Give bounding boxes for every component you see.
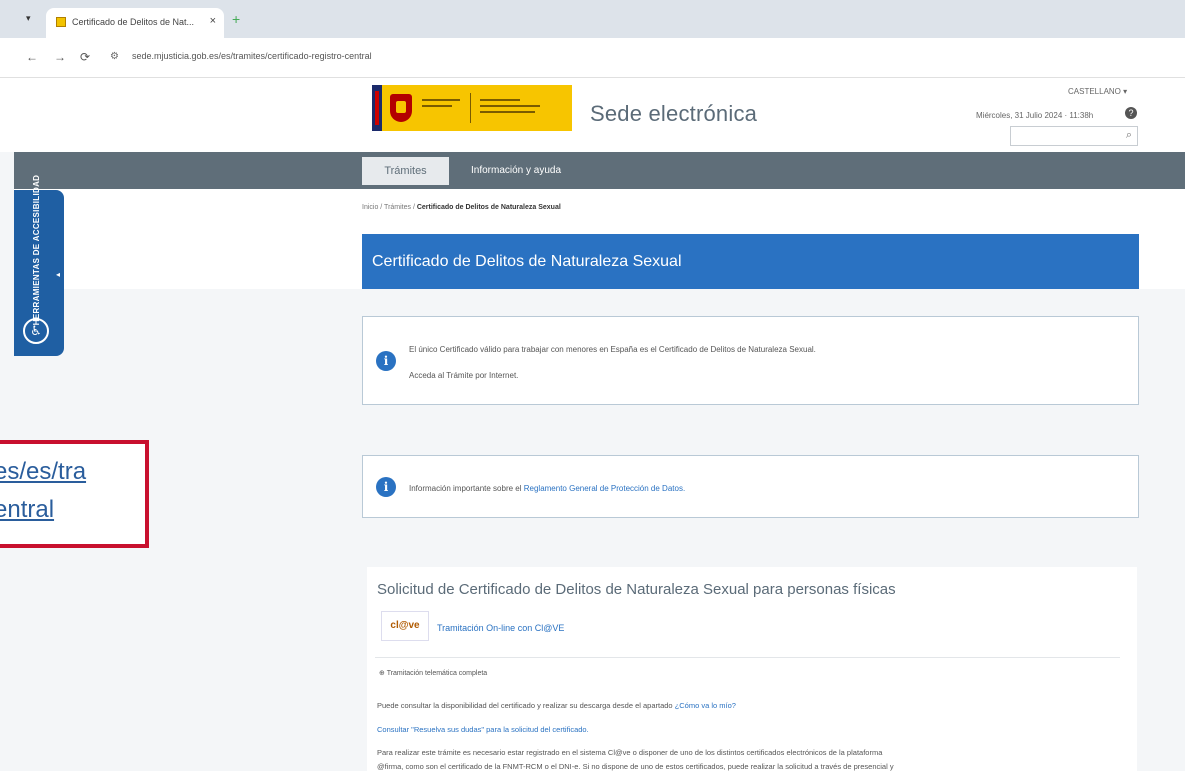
page-title: Certificado de Delitos de Naturaleza Sex… [372,253,682,270]
tab-bar: ▾ Certificado de Delitos de Nat... × + [0,0,1185,38]
tab-informacion-ayuda[interactable]: Información y ayuda [471,157,561,185]
new-tab-icon[interactable]: + [232,12,240,26]
expand-icon: ⊕ [379,670,387,677]
browser-window: ▾ Certificado de Delitos de Nat... × + ←… [0,0,1185,771]
url-field[interactable]: sede.mjusticia.gob.es/es/tramites/certif… [132,51,372,61]
info-text: El único Certificado válido para trabaja… [409,345,816,354]
site-info-icon[interactable]: ⚙ [110,51,119,62]
solicitud-card: Solicitud de Certificado de Delitos de N… [367,567,1137,771]
address-bar: ← → ⟳ ⚙ sede.mjusticia.gob.es/es/tramite… [0,38,1185,78]
favicon-icon [56,17,66,27]
back-icon[interactable]: ← [26,50,38,64]
como-va-lo-mio-link[interactable]: ¿Cómo va lo mío? [675,701,736,710]
close-icon[interactable]: × [210,15,216,27]
search-input[interactable]: ⌕ [1010,126,1138,146]
clave-link[interactable]: Tramitación On-line con Cl@VE [437,623,564,633]
info-access-text: Acceda al Trámite por Internet. [409,371,519,380]
search-icon[interactable]: ⌕ [1126,129,1132,142]
accessibility-label: HERRAMIENTAS DE ACCESIBILIDAD [32,174,41,326]
tab-title: Certificado de Delitos de Nat... [72,17,195,27]
info-box-certificate: i El único Certificado válido para traba… [362,316,1139,405]
highlighted-url-part-1[interactable]: es/es/tra [0,458,86,486]
breadcrumb-path[interactable]: Inicio / Trámites / [362,204,417,211]
expand-arrow-icon: ◂ [56,270,61,279]
forward-icon[interactable]: → [54,50,66,64]
info-box-rgpd: i Información importante sobre el Reglam… [362,455,1139,518]
government-logo[interactable] [372,85,572,131]
solicitud-title: Solicitud de Certificado de Delitos de N… [377,581,896,598]
requirements-text-2: @firma, como son el certificado de la FN… [377,762,894,771]
accessibility-icon: ♿ [23,318,49,344]
requirements-text-1: Para realizar este trámite es necesario … [377,748,883,757]
help-icon[interactable]: ? [1125,107,1137,119]
accessibility-tools-tab[interactable]: HERRAMIENTAS DE ACCESIBILIDAD ◂ ♿ [14,175,64,356]
info-icon: i [376,477,396,497]
breadcrumb: Inicio / Trámites / Certificado de Delit… [362,204,561,211]
language-selector[interactable]: CASTELLANO ▾ [1068,87,1127,96]
consult-text: Puede consultar la disponibilidad del ce… [377,701,736,710]
info-rgpd-text: Información importante sobre el Reglamen… [409,484,686,493]
resuelva-dudas-link[interactable]: Consultar "Resuelva sus dudas" para la s… [377,725,589,734]
reload-icon[interactable]: ⟳ [80,50,90,64]
tramitacion-option[interactable]: ⊕ Tramitación telemática completa [379,669,487,677]
page-title-banner: Certificado de Delitos de Naturaleza Sex… [362,234,1139,289]
highlighted-url-part-2[interactable]: entral [0,496,54,524]
divider [375,657,1120,658]
rgpd-link[interactable]: Reglamento General de Protección de Dato… [524,484,685,493]
tab-list-icon[interactable]: ▾ [26,13,31,24]
tab-tramites[interactable]: Trámites [362,157,449,185]
main-nav: Trámites Información y ayuda [14,152,1185,189]
current-date: Miércoles, 31 Julio 2024 · 11:38h [976,111,1094,120]
highlighted-url-callout: es/es/tra entral [0,440,149,548]
clave-logo[interactable]: cl@ve [381,611,429,641]
coat-of-arms-icon [390,94,412,122]
breadcrumb-current: Certificado de Delitos de Naturaleza Sex… [416,204,561,211]
site-title: Sede electrónica [590,101,758,126]
info-icon: i [376,351,396,371]
browser-tab[interactable]: Certificado de Delitos de Nat... × [46,8,224,38]
site-header: Sede electrónica CASTELLANO ▾ Miércoles,… [0,78,1185,152]
